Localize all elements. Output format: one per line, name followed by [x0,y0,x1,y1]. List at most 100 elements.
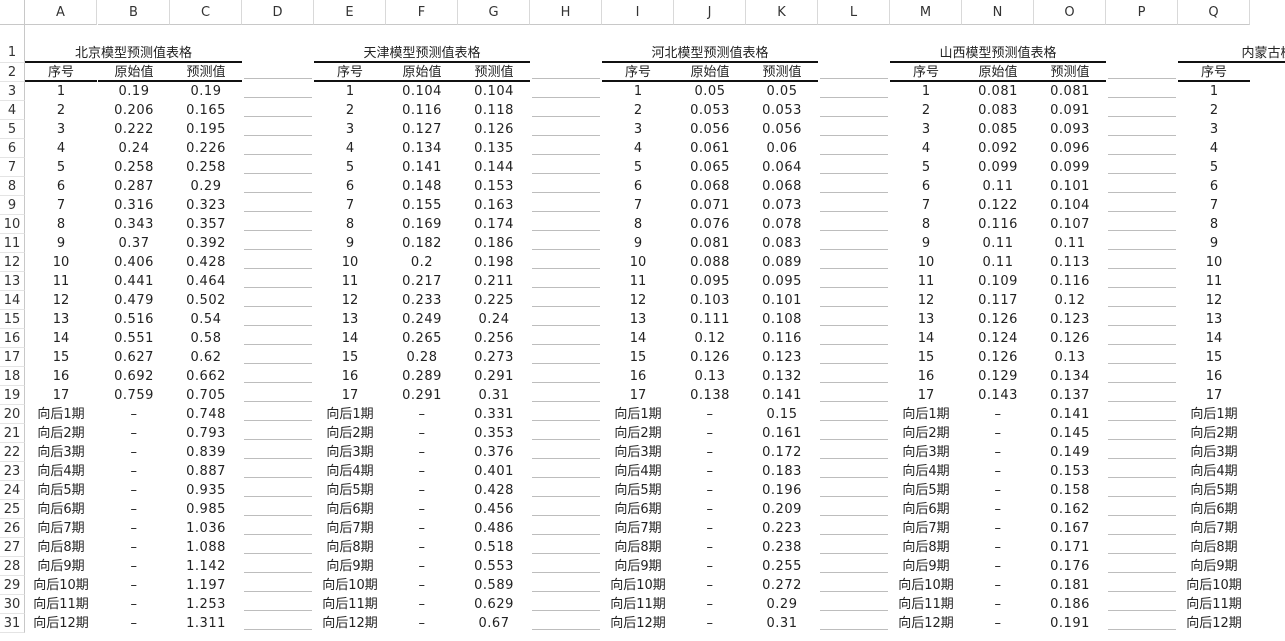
header-predicted[interactable]: 预测值 [458,63,530,82]
index-cell[interactable]: 12 [602,291,674,310]
original-cell[interactable]: – [962,462,1034,481]
original-cell[interactable]: 0.116 [386,101,458,120]
predicted-cell[interactable]: 0.553 [458,557,530,576]
index-cell[interactable]: 向后6期 [602,500,674,519]
original-cell[interactable]: 0.076 [674,215,746,234]
original-cell[interactable]: – [98,424,170,443]
index-cell[interactable]: 向后10期 [602,576,674,595]
index-cell[interactable]: 向后6期 [25,500,97,519]
index-cell[interactable]: 7 [602,196,674,215]
predicted-cell[interactable]: 0.161 [746,424,818,443]
original-cell[interactable]: 0.343 [98,215,170,234]
predicted-cell[interactable]: 0.104 [1034,196,1106,215]
row-header-30[interactable]: 30 [0,595,25,614]
index-cell[interactable]: 6 [602,177,674,196]
index-cell[interactable]: 向后6期 [1178,500,1250,519]
index-cell[interactable]: 1 [25,82,97,101]
index-cell[interactable]: 向后4期 [890,462,962,481]
predicted-cell[interactable]: 0.134 [1034,367,1106,386]
predicted-cell[interactable]: 0.456 [458,500,530,519]
original-cell[interactable]: – [674,462,746,481]
index-cell[interactable]: 12 [1178,291,1250,310]
original-cell[interactable]: 0.126 [674,348,746,367]
index-cell[interactable]: 向后11期 [314,595,386,614]
original-cell[interactable]: – [674,595,746,614]
original-cell[interactable]: – [386,443,458,462]
predicted-cell[interactable]: 1.311 [170,614,242,633]
original-cell[interactable]: 0.068 [674,177,746,196]
original-cell[interactable]: 0.627 [98,348,170,367]
original-cell[interactable]: 0.05 [674,82,746,101]
original-cell[interactable]: 0.692 [98,367,170,386]
original-cell[interactable]: 0.12 [674,329,746,348]
index-cell[interactable]: 向后2期 [890,424,962,443]
column-header-l[interactable]: L [818,0,890,25]
original-cell[interactable]: 0.095 [674,272,746,291]
original-cell[interactable]: 0.206 [98,101,170,120]
column-header-m[interactable]: M [890,0,962,25]
predicted-cell[interactable]: 0.273 [458,348,530,367]
original-cell[interactable]: – [98,538,170,557]
index-cell[interactable]: 向后12期 [1178,614,1250,633]
header-index[interactable]: 序号 [25,63,97,82]
index-cell[interactable]: 2 [25,101,97,120]
index-cell[interactable]: 向后1期 [602,405,674,424]
index-cell[interactable]: 9 [314,234,386,253]
predicted-cell[interactable]: 0.748 [170,405,242,424]
index-cell[interactable]: 17 [25,386,97,405]
index-cell[interactable]: 向后10期 [314,576,386,595]
predicted-cell[interactable]: 0.132 [746,367,818,386]
index-cell[interactable]: 9 [890,234,962,253]
original-cell[interactable]: 0.122 [962,196,1034,215]
index-cell[interactable]: 16 [25,367,97,386]
index-cell[interactable]: 3 [25,120,97,139]
original-cell[interactable]: 0.258 [98,158,170,177]
original-cell[interactable]: – [674,500,746,519]
column-header-h[interactable]: H [530,0,602,25]
original-cell[interactable]: – [386,576,458,595]
index-cell[interactable]: 7 [25,196,97,215]
row-header-20[interactable]: 20 [0,405,25,424]
original-cell[interactable]: – [962,538,1034,557]
index-cell[interactable]: 14 [890,329,962,348]
predicted-cell[interactable]: 0.116 [1034,272,1106,291]
index-cell[interactable]: 2 [890,101,962,120]
predicted-cell[interactable]: 0.935 [170,481,242,500]
row-header-12[interactable]: 12 [0,253,25,272]
predicted-cell[interactable]: 0.29 [746,595,818,614]
original-cell[interactable]: – [674,519,746,538]
index-cell[interactable]: 4 [25,139,97,158]
index-cell[interactable]: 向后6期 [890,500,962,519]
original-cell[interactable]: – [962,614,1034,633]
index-cell[interactable]: 16 [314,367,386,386]
predicted-cell[interactable]: 0.126 [1034,329,1106,348]
original-cell[interactable]: – [674,614,746,633]
index-cell[interactable]: 向后9期 [25,557,97,576]
index-cell[interactable]: 向后12期 [314,614,386,633]
row-header-23[interactable]: 23 [0,462,25,481]
index-cell[interactable]: 8 [25,215,97,234]
index-cell[interactable]: 9 [25,234,97,253]
original-cell[interactable]: – [98,405,170,424]
predicted-cell[interactable]: 0.153 [1034,462,1106,481]
row-header-16[interactable]: 16 [0,329,25,348]
original-cell[interactable]: – [98,614,170,633]
predicted-cell[interactable]: 0.068 [746,177,818,196]
index-cell[interactable]: 向后1期 [1178,405,1250,424]
index-cell[interactable]: 向后1期 [890,405,962,424]
original-cell[interactable]: 0.056 [674,120,746,139]
original-cell[interactable]: – [962,595,1034,614]
predicted-cell[interactable]: 0.211 [458,272,530,291]
predicted-cell[interactable]: 0.19 [170,82,242,101]
index-cell[interactable]: 向后9期 [1178,557,1250,576]
original-cell[interactable]: – [962,519,1034,538]
predicted-cell[interactable]: 0.056 [746,120,818,139]
column-header-g[interactable]: G [458,0,530,25]
predicted-cell[interactable]: 0.093 [1034,120,1106,139]
index-cell[interactable]: 向后1期 [25,405,97,424]
predicted-cell[interactable]: 0.123 [746,348,818,367]
index-cell[interactable]: 向后2期 [25,424,97,443]
index-cell[interactable]: 向后8期 [25,538,97,557]
predicted-cell[interactable]: 0.428 [458,481,530,500]
index-cell[interactable]: 8 [602,215,674,234]
